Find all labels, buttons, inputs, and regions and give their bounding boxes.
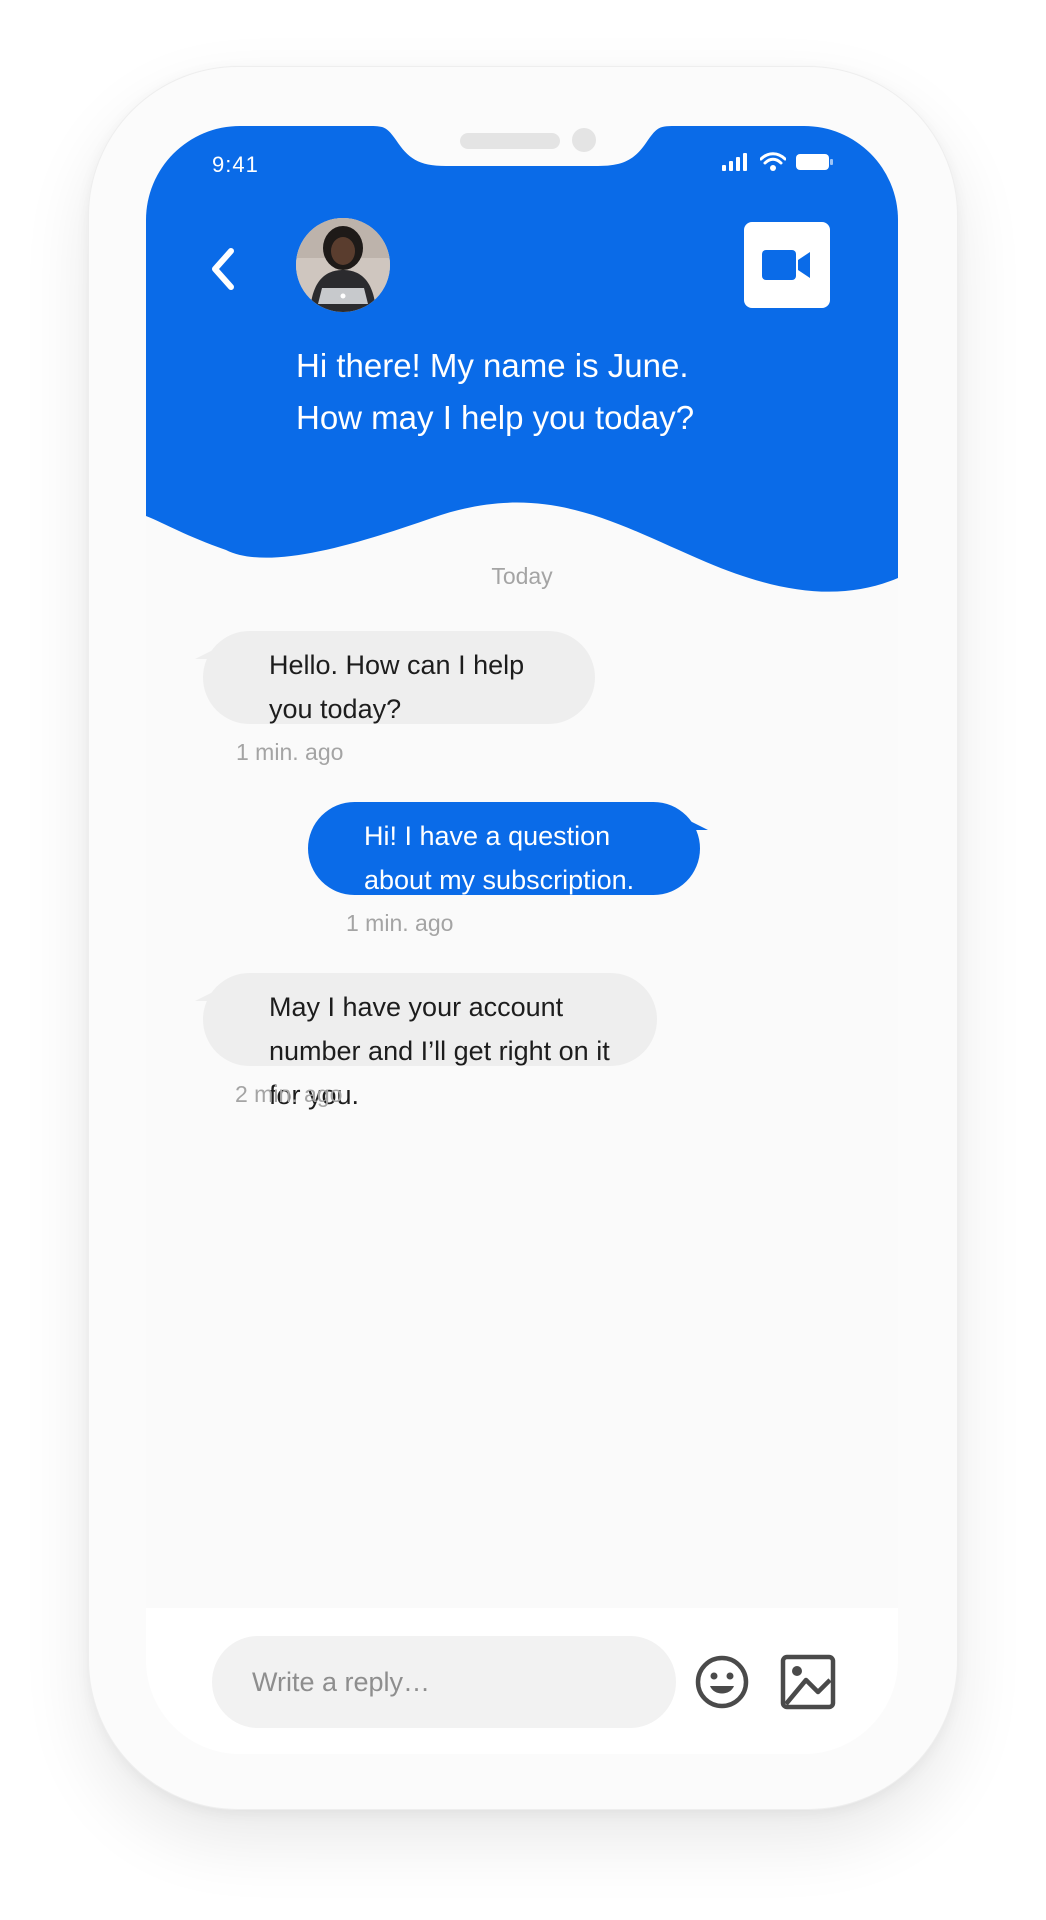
- message-text: Hi! I have a question about my subscript…: [364, 821, 635, 895]
- chat-screen: 9:41 Hi there! My name is June. How may …: [146, 126, 898, 1754]
- agent-avatar: [296, 218, 390, 312]
- message-timestamp: 2 min. ago: [235, 1081, 343, 1107]
- bubble-tail: [195, 645, 223, 659]
- cellular-signal-icon: [722, 153, 747, 171]
- front-camera: [572, 128, 596, 152]
- video-camera-icon: [762, 250, 810, 280]
- message-timestamp: 1 min. ago: [346, 910, 454, 936]
- agent-photo: [296, 218, 390, 312]
- chevron-left-icon: [212, 248, 234, 290]
- reply-input[interactable]: [212, 1636, 676, 1728]
- outgoing-message-bubble: Hi! I have a question about my subscript…: [308, 802, 708, 895]
- incoming-message-bubble: May I have your account number and I’ll …: [195, 973, 657, 1110]
- status-time: 9:41: [212, 152, 259, 177]
- bubble-tail: [195, 987, 223, 1001]
- emoji-button[interactable]: [692, 1652, 752, 1712]
- agent-greeting: Hi there! My name is June. How may I hel…: [296, 347, 695, 436]
- speaker-grille: [460, 133, 560, 149]
- message-timestamp: 1 min. ago: [236, 739, 344, 765]
- back-button[interactable]: [198, 234, 248, 304]
- wifi-icon: [760, 152, 786, 171]
- day-separator: Today: [491, 563, 553, 589]
- video-call-button[interactable]: [744, 222, 830, 308]
- bubble-tail: [680, 816, 708, 830]
- app-canvas: 9:41 Hi there! My name is June. How may …: [0, 0, 1046, 1920]
- smiley-face-icon: [695, 1655, 749, 1709]
- battery-icon: [796, 154, 833, 170]
- image-icon: [780, 1654, 836, 1710]
- message-text: Hello. How can I help you today?: [269, 650, 525, 724]
- status-icons: [722, 152, 834, 172]
- composer-bar: [146, 1608, 898, 1754]
- attach-image-button[interactable]: [778, 1652, 838, 1712]
- incoming-message-bubble: Hello. How can I help you today?: [195, 631, 595, 724]
